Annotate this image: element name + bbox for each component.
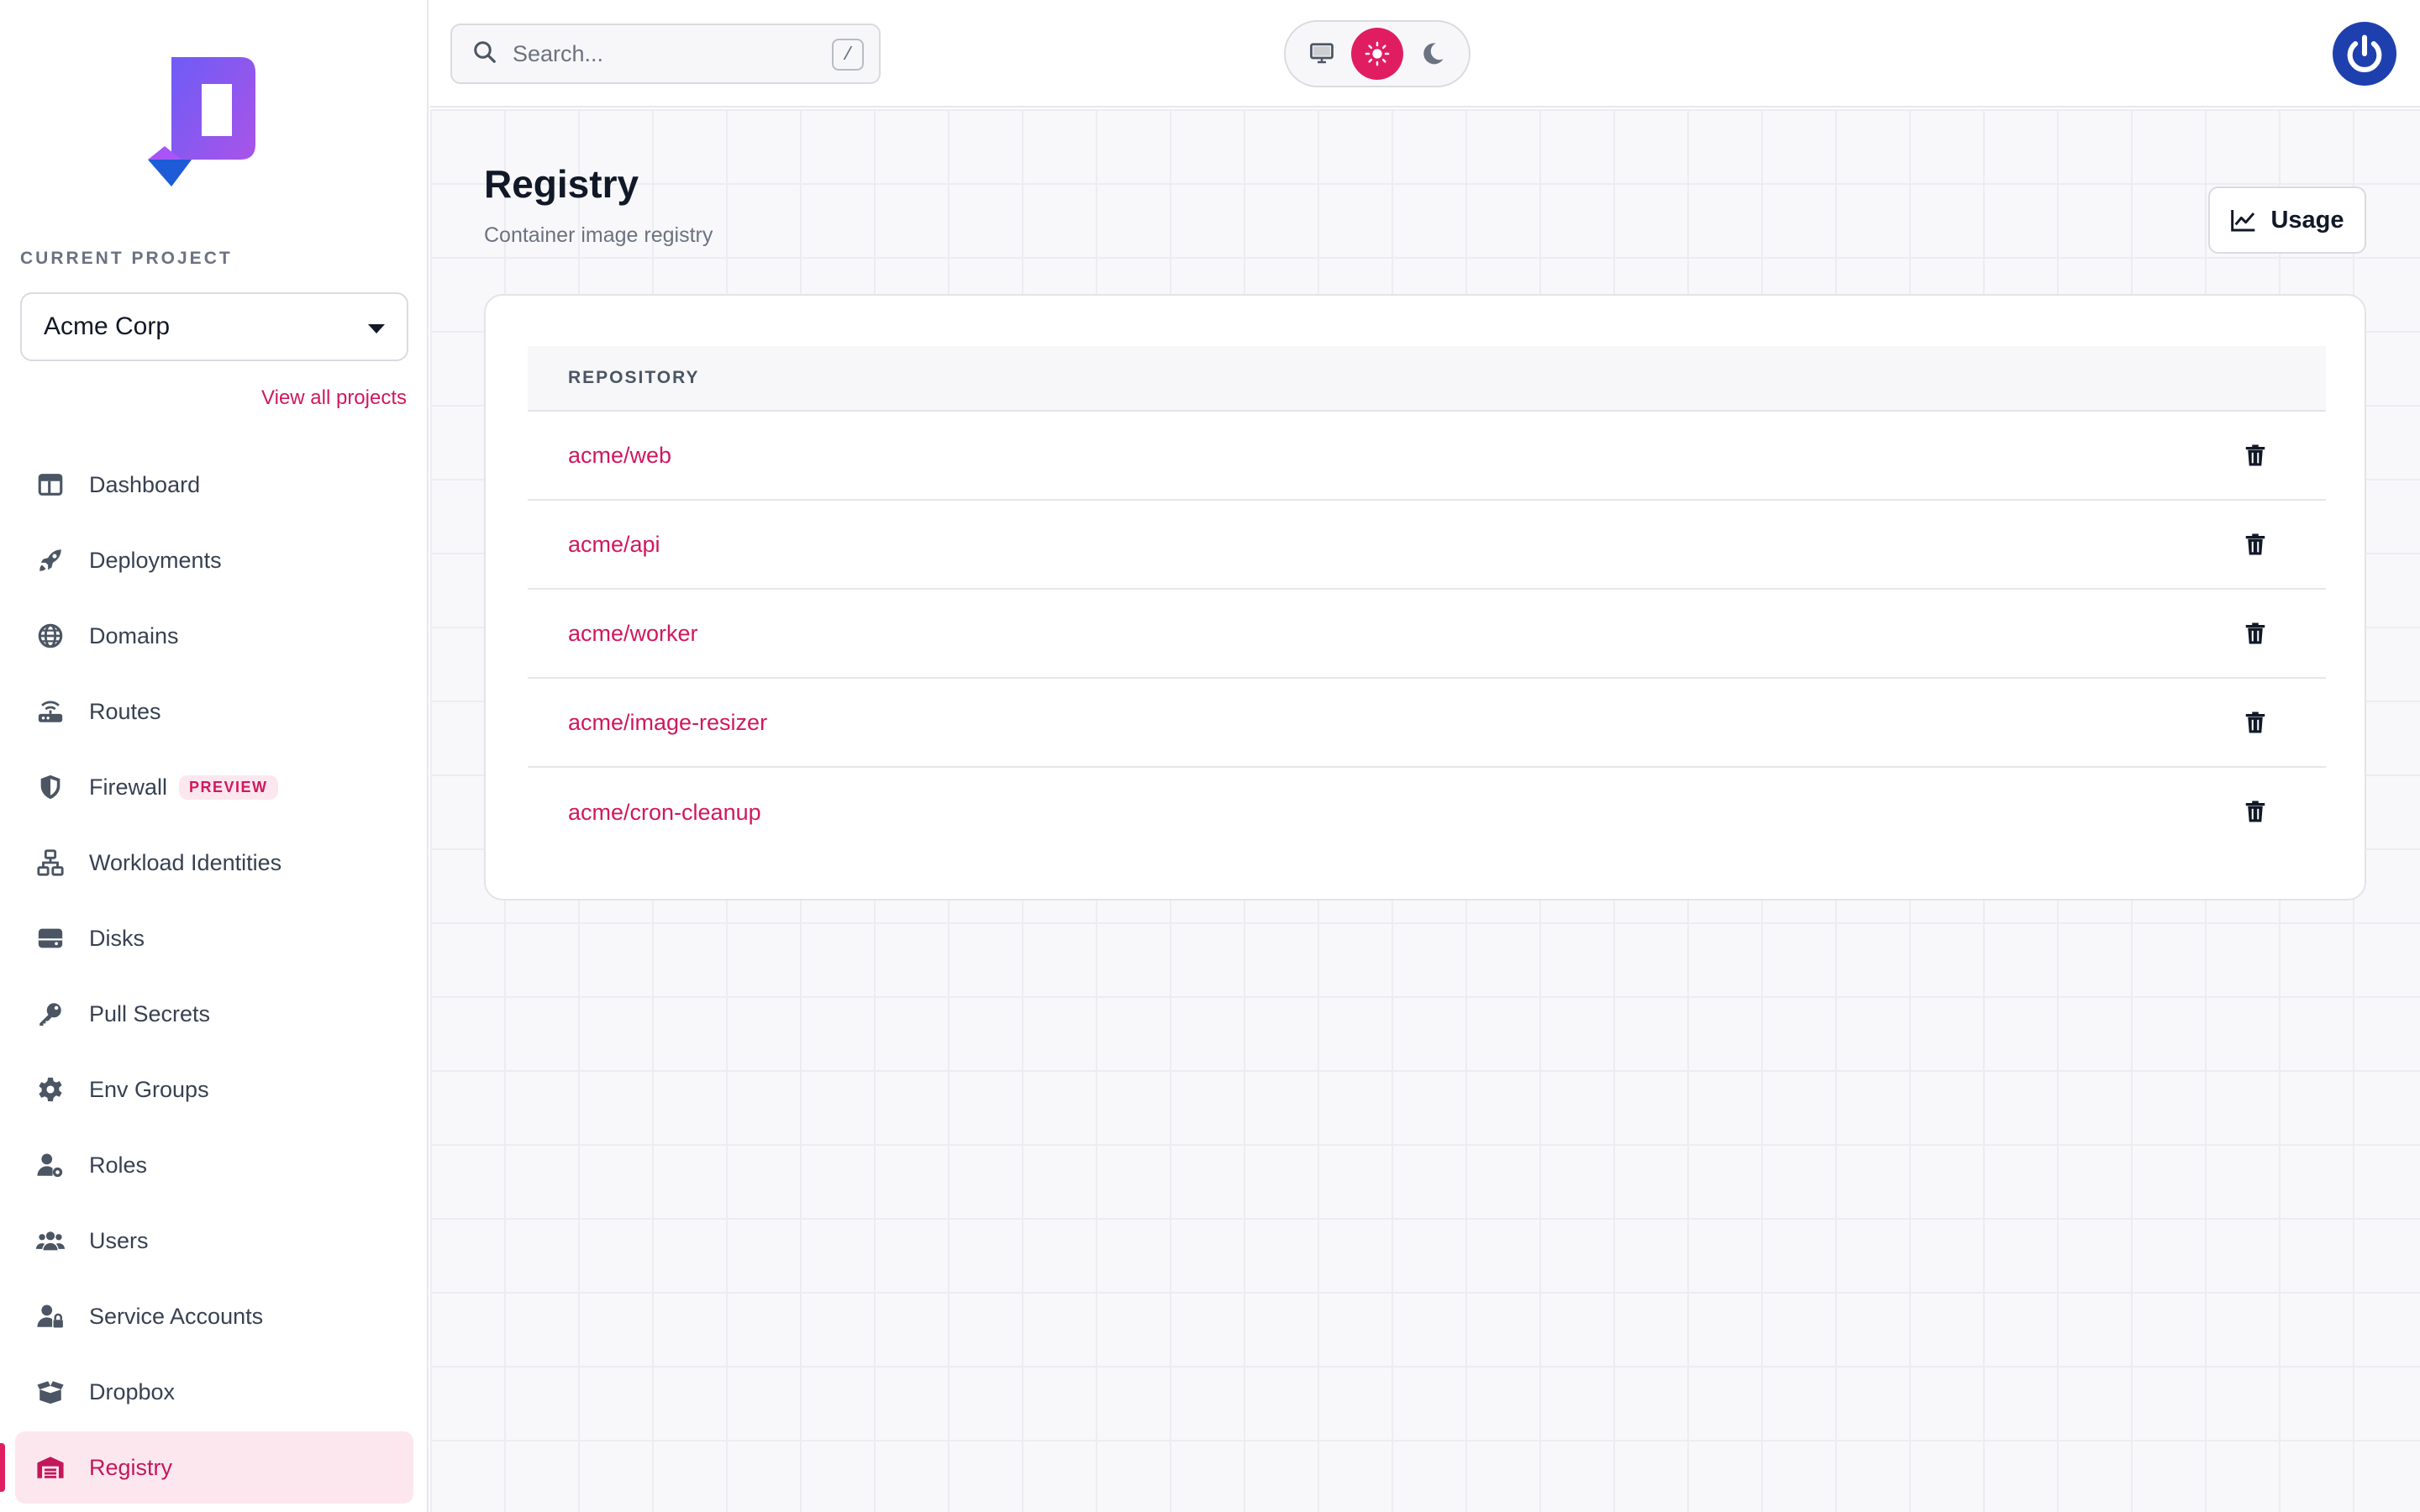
preview-badge: PREVIEW (179, 774, 278, 800)
dashboard-icon (35, 470, 66, 500)
sidebar-item-label: Workload Identities (89, 849, 282, 875)
repository-link[interactable]: acme/worker (568, 621, 698, 647)
user-lock-icon (35, 1301, 66, 1331)
brand-logo[interactable] (148, 54, 259, 190)
rocket-icon (35, 545, 66, 575)
repository-link[interactable]: acme/image-resizer (568, 710, 767, 736)
view-all-projects-link[interactable]: View all projects (261, 386, 407, 410)
sidebar-item-routes[interactable]: Routes (15, 675, 413, 748)
shield-icon (35, 772, 66, 802)
globe-icon (35, 621, 66, 651)
user-avatar[interactable] (2333, 22, 2396, 86)
power-icon (2347, 34, 2382, 72)
sidebar-item-domains[interactable]: Domains (15, 600, 413, 672)
caret-down-icon (368, 324, 385, 333)
trash-icon[interactable] (2240, 707, 2270, 738)
repository-link[interactable]: acme/api (568, 532, 660, 558)
key-icon (35, 999, 66, 1029)
theme-light-button[interactable] (1351, 28, 1403, 80)
sidebar-item-label: Firewall (89, 774, 168, 800)
table-row: acme/api (528, 501, 2326, 590)
sidebar-item-deployments[interactable]: Deployments (15, 524, 413, 596)
sidebar-item-label: Dropbox (89, 1378, 176, 1404)
search-icon (472, 39, 497, 69)
theme-system-button[interactable] (1296, 28, 1348, 80)
usage-button[interactable]: Usage (2208, 186, 2366, 254)
sidebar-item-label: Roles (89, 1152, 148, 1178)
router-icon (35, 696, 66, 727)
sidebar-item-label: Domains (89, 622, 179, 648)
sidebar-item-label: Users (89, 1227, 149, 1253)
repository-table: REPOSITORY acme/web acme/api acme/worker (528, 346, 2326, 857)
sidebar-item-label: Service Accounts (89, 1303, 264, 1329)
usage-button-label: Usage (2270, 206, 2344, 234)
page-title: Registry (484, 162, 639, 206)
gear-icon (35, 1074, 66, 1105)
table-row: acme/worker (528, 590, 2326, 679)
trash-icon[interactable] (2240, 529, 2270, 559)
project-select[interactable]: Acme Corp (20, 292, 408, 361)
sidebar-nav: Dashboard Deployments Domains Routes Fir… (0, 449, 413, 1507)
sidebar-item-label: Registry (89, 1454, 173, 1480)
sidebar-item-label: Env Groups (89, 1076, 209, 1102)
sidebar-item-users[interactable]: Users (15, 1205, 413, 1277)
sidebar-item-disks[interactable]: Disks (15, 902, 413, 974)
sidebar-item-pull-secrets[interactable]: Pull Secrets (15, 978, 413, 1050)
repository-link[interactable]: acme/cron-cleanup (568, 800, 761, 826)
sidebar-item-workload-identities[interactable]: Workload Identities (15, 827, 413, 899)
search-box[interactable]: / (450, 24, 881, 84)
box-open-icon (35, 1377, 66, 1407)
table-row: acme/web (528, 412, 2326, 501)
current-project-label: CURRENT PROJECT (20, 249, 233, 268)
users-icon (35, 1226, 66, 1256)
line-chart-icon (2231, 210, 2255, 232)
table-row: acme/image-resizer (528, 679, 2326, 768)
trash-icon[interactable] (2240, 796, 2270, 827)
monitor-icon (1310, 43, 1334, 64)
sidebar-item-firewall[interactable]: Firewall PREVIEW (15, 751, 413, 823)
sidebar-item-label: Disks (89, 925, 145, 951)
warehouse-icon (35, 1452, 66, 1483)
search-shortcut-key: / (832, 39, 864, 71)
page-subtitle: Container image registry (484, 223, 713, 247)
active-indicator (0, 1443, 5, 1492)
sun-icon (1365, 41, 1390, 66)
sidebar-item-dashboard[interactable]: Dashboard (15, 449, 413, 521)
sidebar-item-roles[interactable]: Roles (15, 1129, 413, 1201)
sidebar-item-label: Routes (89, 698, 161, 724)
disk-icon (35, 923, 66, 953)
search-input[interactable] (513, 40, 815, 67)
network-icon (35, 848, 66, 878)
sidebar-item-dropbox[interactable]: Dropbox (15, 1356, 413, 1428)
table-row: acme/cron-cleanup (528, 768, 2326, 857)
user-gear-icon (35, 1150, 66, 1180)
sidebar-item-registry[interactable]: Registry (0, 1431, 413, 1504)
sidebar-item-service-accounts[interactable]: Service Accounts (15, 1280, 413, 1352)
trash-icon[interactable] (2240, 618, 2270, 648)
main-content: Registry Container image registry Usage … (430, 109, 2420, 1512)
trash-icon[interactable] (2240, 440, 2270, 470)
repository-link[interactable]: acme/web (568, 443, 671, 469)
sidebar-item-label: Deployments (89, 547, 222, 573)
sidebar-item-label: Pull Secrets (89, 1000, 211, 1026)
sidebar-item-label: Dashboard (89, 471, 201, 497)
top-bar: / (430, 0, 2420, 108)
project-select-value: Acme Corp (44, 312, 171, 340)
theme-dark-button[interactable] (1407, 28, 1459, 80)
theme-toggle (1284, 20, 1470, 87)
table-header-repository: REPOSITORY (528, 346, 2326, 412)
sidebar-item-env-groups[interactable]: Env Groups (15, 1053, 413, 1126)
repository-card: REPOSITORY acme/web acme/api acme/worker (484, 294, 2366, 900)
moon-icon (1423, 43, 1444, 65)
sidebar: CURRENT PROJECT Acme Corp View all proje… (0, 0, 429, 1512)
